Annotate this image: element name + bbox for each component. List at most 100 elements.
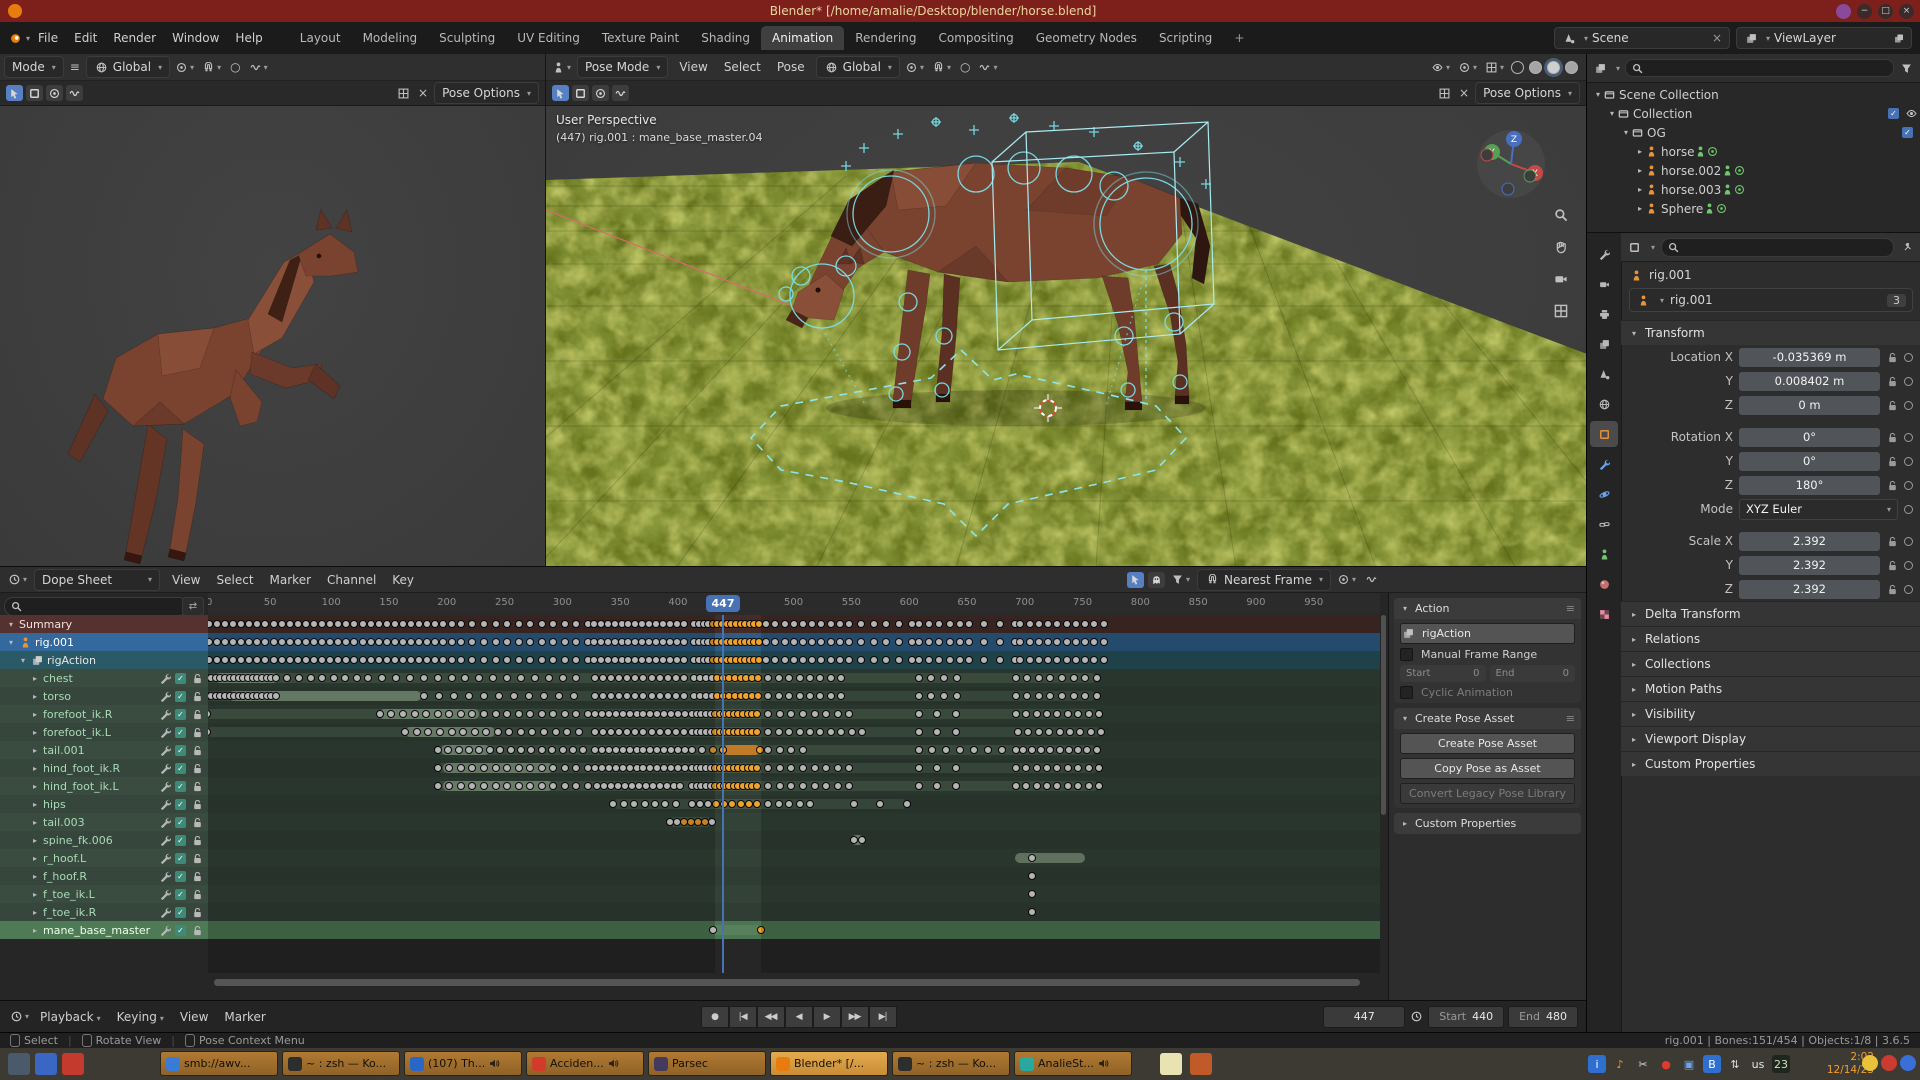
corner-indicator[interactable]: [1881, 1055, 1897, 1071]
properties-tab-render[interactable]: [1590, 271, 1618, 297]
tray-bluetooth[interactable]: B: [1703, 1055, 1721, 1073]
properties-tab-output[interactable]: [1590, 301, 1618, 327]
close-region-icon[interactable]: ×: [1456, 83, 1472, 103]
keyframe[interactable]: [753, 710, 761, 718]
filter-dropdown[interactable]: ▾: [1169, 570, 1193, 590]
workspace-tab-shading[interactable]: Shading: [690, 26, 761, 50]
lock-icon[interactable]: [1886, 479, 1898, 491]
outliner-row-horse-003[interactable]: ▸horse.003: [1587, 180, 1920, 199]
editor-type-dropdown[interactable]: ▾: [6, 570, 30, 590]
keyframe[interactable]: [745, 800, 753, 808]
channel-enable-checkbox[interactable]: ✓: [175, 763, 186, 774]
panel-custom-properties[interactable]: ▸Custom Properties: [1621, 751, 1920, 776]
menu-file[interactable]: File: [30, 31, 66, 45]
shading-material-icon[interactable]: [1547, 61, 1560, 74]
animate-dot[interactable]: [1904, 401, 1913, 410]
wrench-icon[interactable]: [159, 798, 172, 811]
users-count-badge[interactable]: 3: [1887, 294, 1906, 307]
collection-checkbox[interactable]: ✓: [1888, 108, 1899, 119]
channel-enable-checkbox[interactable]: ✓: [175, 691, 186, 702]
taskbar-app[interactable]: ~ : zsh — Ko...: [892, 1051, 1010, 1076]
wrench-icon[interactable]: [159, 906, 172, 919]
manual-frame-range-checkbox[interactable]: Manual Frame Range: [1400, 648, 1575, 661]
mode-dropdown[interactable]: Mode▾: [4, 56, 64, 78]
channel-summary[interactable]: ▾Summary: [0, 615, 208, 633]
dope-menu-key[interactable]: Key: [384, 573, 422, 587]
playback-menu-keying[interactable]: Keying▾: [109, 1010, 172, 1024]
properties-tab-texture[interactable]: [1590, 601, 1618, 627]
taskbar-app[interactable]: Parsec: [648, 1051, 766, 1076]
properties-tab-world[interactable]: [1590, 391, 1618, 417]
value-field[interactable]: -0.035369 m: [1739, 348, 1880, 367]
timeline-editor-icon[interactable]: ▾: [8, 1007, 32, 1027]
breadcrumb-object-name[interactable]: rig.001: [1649, 268, 1692, 282]
channel-forefoot-ik-r[interactable]: ▸forefoot_ik.R✓: [0, 705, 208, 723]
workspace-tab-sculpting[interactable]: Sculpting: [428, 26, 506, 50]
corner-indicator[interactable]: [1862, 1055, 1878, 1071]
lock-icon[interactable]: [1886, 455, 1898, 467]
dope-sheet-mode-dropdown[interactable]: Dope Sheet▾: [34, 569, 160, 591]
corner-indicator[interactable]: [1900, 1055, 1916, 1071]
falloff-dropdown[interactable]: ▾: [247, 57, 271, 77]
create-pose-asset-panel-header[interactable]: ▾Create Pose Asset≡: [1394, 708, 1581, 729]
pose-options-popover[interactable]: Pose Options▾: [1475, 82, 1580, 104]
channel-r-hoof-l[interactable]: ▸r_hoof.L✓: [0, 849, 208, 867]
tray-display[interactable]: ▣: [1680, 1055, 1698, 1073]
animate-dot[interactable]: [1904, 505, 1913, 514]
wrench-icon[interactable]: [159, 690, 172, 703]
close-region-icon[interactable]: ×: [415, 83, 431, 103]
collection-checkbox[interactable]: ✓: [1902, 127, 1913, 138]
zoom-icon[interactable]: [1552, 206, 1570, 224]
animate-dot[interactable]: [1904, 561, 1913, 570]
menu-help[interactable]: Help: [227, 31, 270, 45]
lock-icon[interactable]: [1886, 559, 1898, 571]
tray-music[interactable]: ♪: [1611, 1055, 1629, 1073]
properties-tab-object[interactable]: [1590, 421, 1618, 447]
select-box-tool[interactable]: [572, 85, 589, 101]
dope-menu-view[interactable]: View: [164, 573, 208, 587]
value-field[interactable]: 0 m: [1739, 396, 1880, 415]
wrench-icon[interactable]: [159, 834, 172, 847]
workspace-tab-scripting[interactable]: Scripting: [1148, 26, 1223, 50]
transform-panel-header[interactable]: ▾Transform: [1621, 320, 1920, 345]
eye-icon[interactable]: [1905, 107, 1918, 120]
menu-window[interactable]: Window: [164, 31, 227, 45]
proportional-edit-icon[interactable]: ○: [227, 57, 243, 77]
wrench-icon[interactable]: [159, 744, 172, 757]
lock-icon[interactable]: [191, 690, 204, 703]
range-start-field[interactable]: Start0: [1400, 665, 1486, 682]
current-frame-field[interactable]: 447: [1323, 1006, 1405, 1028]
new-layer-icon[interactable]: [1894, 31, 1904, 46]
lock-icon[interactable]: [191, 672, 204, 685]
lock-icon[interactable]: [191, 708, 204, 721]
workspace-tab-compositing[interactable]: Compositing: [927, 26, 1024, 50]
maximize-button[interactable]: □: [1878, 4, 1893, 19]
lock-icon[interactable]: [191, 780, 204, 793]
lock-icon[interactable]: [191, 798, 204, 811]
only-selected-filter-icon[interactable]: [1127, 572, 1144, 588]
workspace-tab-texture-paint[interactable]: Texture Paint: [591, 26, 690, 50]
viewport-menu-view[interactable]: View: [671, 60, 715, 74]
channel-enable-checkbox[interactable]: ✓: [175, 727, 186, 738]
outliner-editor-icon[interactable]: [1593, 61, 1608, 76]
wrench-icon[interactable]: [159, 726, 172, 739]
panel-relations[interactable]: ▸Relations: [1621, 626, 1920, 651]
filter-icon[interactable]: [1899, 61, 1914, 76]
scene-unlink-icon[interactable]: ×: [1712, 31, 1722, 45]
channel-spine-fk-006[interactable]: ▸spine_fk.006✓: [0, 831, 208, 849]
viewport-menu-select[interactable]: Select: [716, 60, 769, 74]
falloff-icon[interactable]: [1363, 570, 1380, 590]
channel-f-toe-ik-l[interactable]: ▸f_toe_ik.L✓: [0, 885, 208, 903]
object-name-field[interactable]: ▾ rig.001 3: [1629, 288, 1913, 312]
grid-ortho-icon[interactable]: [1552, 302, 1570, 320]
pose-mode-icon[interactable]: ▾: [550, 57, 574, 77]
snap-dropdown[interactable]: ▾: [200, 57, 224, 77]
select-circle-tool[interactable]: [46, 85, 63, 101]
channel-enable-checkbox[interactable]: ✓: [175, 817, 186, 828]
outliner-row-og[interactable]: ▾OG✓: [1587, 123, 1920, 142]
outliner-row-scene-collection[interactable]: ▾Scene Collection: [1587, 85, 1920, 104]
proportional-edit-icon[interactable]: ▾: [1335, 570, 1359, 590]
playback-menu-marker[interactable]: Marker: [216, 1010, 273, 1024]
lock-icon[interactable]: [191, 744, 204, 757]
lock-icon[interactable]: [191, 726, 204, 739]
